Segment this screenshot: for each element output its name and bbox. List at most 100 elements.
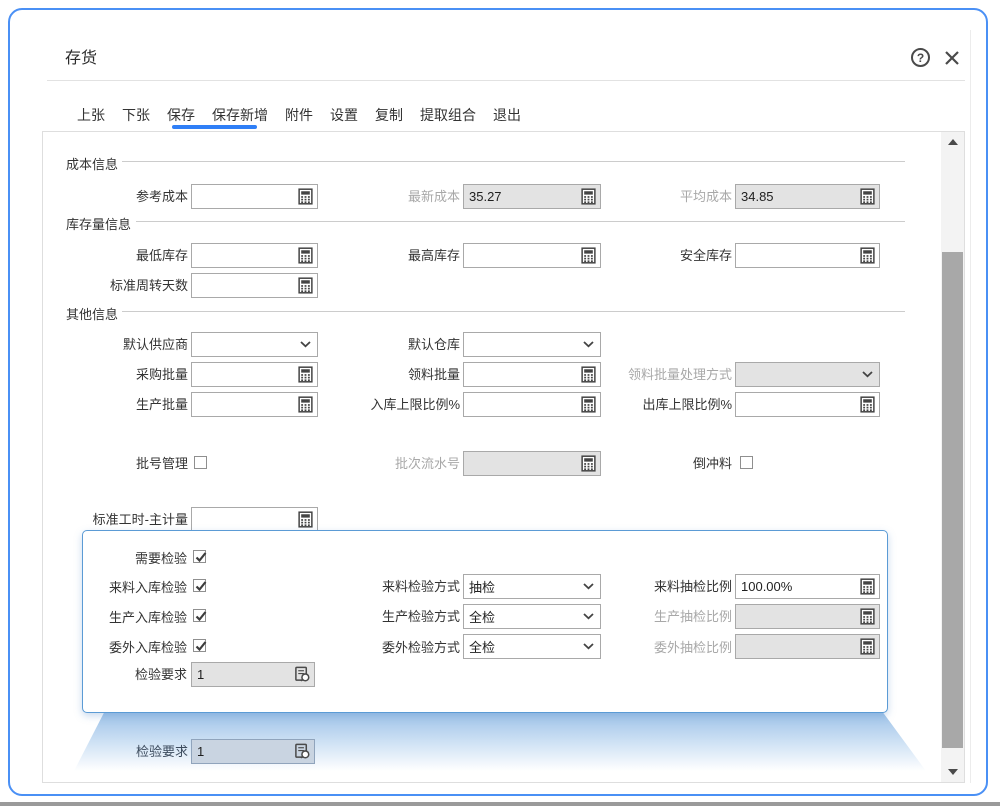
calculator-icon[interactable] (295, 246, 315, 266)
inventory-dialog: 存货 ? 上张 下张 保存 保存新增 附件 设置 复制 提取组合 退出 成本信息… (8, 8, 988, 796)
calculator-icon[interactable] (857, 395, 877, 415)
min-stock-label: 最低库存 (50, 248, 188, 264)
section-title-stock: 库存量信息 (66, 214, 131, 233)
outsource-inspect-label: 委外入库检验 (50, 640, 187, 656)
batch-serial-label: 批次流水号 (330, 456, 460, 472)
toolbar-item-attachment[interactable]: 附件 (285, 105, 313, 125)
help-button[interactable]: ? (911, 48, 930, 67)
check-icon (194, 609, 208, 623)
calculator-icon[interactable] (295, 395, 315, 415)
need-inspect-checkbox[interactable] (193, 550, 206, 563)
need-inspect-label: 需要检验 (50, 551, 187, 567)
default-warehouse-label: 默认仓库 (330, 337, 460, 353)
inbound-limit-label: 入库上限比例% (330, 397, 460, 413)
incoming-method-label: 来料检验方式 (330, 579, 460, 595)
purchase-batch-label: 采购批量 (50, 367, 188, 383)
calculator-icon (857, 607, 877, 627)
default-supplier-select[interactable] (191, 332, 318, 357)
batch-mgmt-checkbox[interactable] (194, 456, 207, 469)
toolbar-item-save[interactable]: 保存 (167, 105, 195, 125)
chevron-down-icon[interactable] (295, 335, 315, 355)
section-rule (136, 221, 905, 222)
section-title-cost: 成本信息 (66, 154, 118, 173)
safe-stock-label: 安全库存 (580, 248, 732, 264)
default-supplier-label: 默认供应商 (50, 337, 188, 353)
calculator-icon (857, 187, 877, 207)
safe-stock-input[interactable] (735, 243, 880, 268)
bottom-edge (0, 802, 1000, 806)
outsource-inspect-checkbox[interactable] (193, 639, 206, 652)
toolbar-item-exit[interactable]: 退出 (493, 105, 521, 125)
toolbar-item-save-new[interactable]: 保存新增 (212, 105, 268, 125)
outsource-method-label: 委外检验方式 (330, 640, 460, 656)
incoming-ratio-label: 来料抽检比例 (580, 579, 732, 595)
titlebar-divider (47, 80, 965, 81)
calculator-icon[interactable] (857, 577, 877, 597)
outbound-limit-input[interactable] (735, 392, 880, 417)
production-inspect-checkbox[interactable] (193, 609, 206, 622)
incoming-inspect-label: 来料入库检验 (50, 580, 187, 596)
section-rule (122, 161, 905, 162)
inspect-req-input[interactable]: 1 (191, 662, 315, 687)
check-icon (194, 579, 208, 593)
production-batch-input[interactable] (191, 392, 318, 417)
production-ratio-label: 生产抽检比例 (580, 609, 732, 625)
picking-mode-select (735, 362, 880, 387)
close-button[interactable] (943, 49, 961, 67)
scroll-down-button[interactable] (941, 762, 964, 782)
default-warehouse-select[interactable] (463, 332, 601, 357)
turnover-days-input[interactable] (191, 273, 318, 298)
browse-icon (292, 742, 312, 762)
right-frame-line (970, 30, 971, 783)
calculator-icon (857, 637, 877, 657)
toolbar-item-copy[interactable]: 复制 (375, 105, 403, 125)
page-title: 存货 (65, 44, 97, 68)
production-ratio-input (735, 604, 880, 629)
arrow-up-icon (948, 139, 958, 145)
production-method-label: 生产检验方式 (330, 609, 460, 625)
max-stock-label: 最高库存 (330, 248, 460, 264)
calculator-icon[interactable] (295, 510, 315, 530)
production-inspect-label: 生产入库检验 (50, 610, 187, 626)
picking-batch-label: 领料批量 (330, 367, 460, 383)
scroll-thumb[interactable] (942, 252, 963, 748)
ref-cost-input[interactable] (191, 184, 318, 209)
toolbar-item-extract[interactable]: 提取组合 (420, 105, 476, 125)
calculator-icon[interactable] (295, 187, 315, 207)
min-stock-input[interactable] (191, 243, 318, 268)
backflush-label: 倒冲料 (580, 456, 732, 472)
scroll-up-button[interactable] (941, 132, 964, 152)
toolbar-item-prev[interactable]: 上张 (77, 105, 105, 125)
backflush-checkbox[interactable] (740, 456, 753, 469)
shadow-req-input: 1 (191, 739, 315, 764)
toolbar: 上张 下张 保存 保存新增 附件 设置 复制 提取组合 退出 (77, 105, 521, 125)
section-rule (122, 311, 905, 312)
outsource-ratio-input (735, 634, 880, 659)
calculator-icon[interactable] (295, 276, 315, 296)
section-title-other: 其他信息 (66, 304, 118, 323)
incoming-inspect-checkbox[interactable] (193, 579, 206, 592)
calculator-icon[interactable] (295, 365, 315, 385)
shadow-req-label: 检验要求 (50, 744, 188, 760)
check-icon (194, 639, 208, 653)
calculator-icon[interactable] (857, 246, 877, 266)
outbound-limit-label: 出库上限比例% (580, 397, 732, 413)
chevron-down-icon[interactable] (578, 335, 598, 355)
chevron-down-icon (857, 365, 877, 385)
incoming-ratio-input[interactable]: 100.00% (735, 574, 880, 599)
outsource-ratio-label: 委外抽检比例 (580, 640, 732, 656)
purchase-batch-input[interactable] (191, 362, 318, 387)
production-batch-label: 生产批量 (50, 397, 188, 413)
toolbar-item-next[interactable]: 下张 (122, 105, 150, 125)
vertical-scrollbar[interactable] (941, 132, 964, 782)
toolbar-item-settings[interactable]: 设置 (330, 105, 358, 125)
std-hours-input[interactable] (191, 507, 318, 532)
avg-cost-input: 34.85 (735, 184, 880, 209)
std-hours-label: 标准工时-主计量 (50, 512, 188, 528)
close-icon (943, 49, 961, 67)
batch-mgmt-label: 批号管理 (50, 456, 188, 472)
turnover-days-label: 标准周转天数 (50, 278, 188, 294)
picking-mode-label: 领料批量处理方式 (580, 367, 732, 383)
browse-icon[interactable] (292, 665, 312, 685)
avg-cost-label: 平均成本 (580, 189, 732, 205)
